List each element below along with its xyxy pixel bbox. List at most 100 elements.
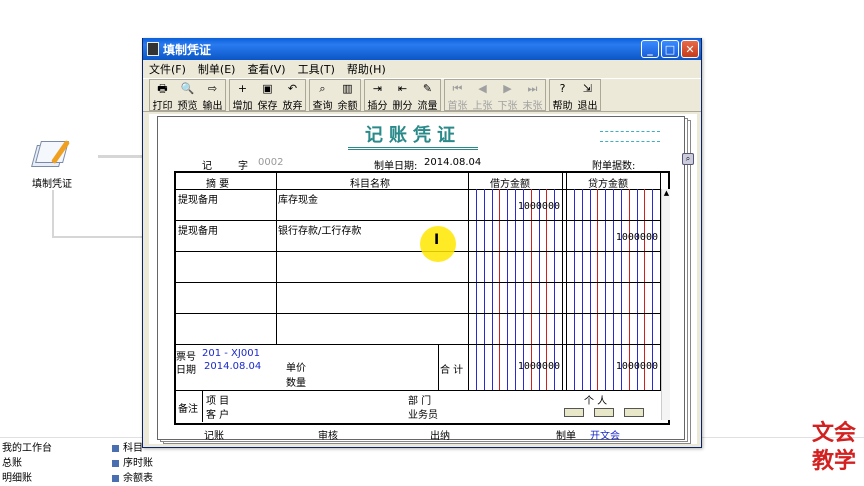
report-icon [112, 444, 119, 452]
ticket-date-value[interactable]: 2014.08.04 [204, 361, 261, 372]
insert-row-icon: ⇥ [372, 82, 383, 95]
prev-icon: ◀ [478, 82, 487, 95]
menu-item[interactable]: 文件(F) [149, 61, 186, 77]
toolbar-button-label: 保存 [257, 101, 278, 112]
voucher-flow-icon [31, 137, 72, 169]
cashier-label: 出纳 [430, 431, 450, 442]
voucher-number[interactable]: 0002 [258, 157, 283, 168]
toolbar-button-label: 退出 [577, 101, 598, 112]
toolbar-button-export[interactable]: ⇨ 输出 [200, 80, 225, 112]
nav-item[interactable]: 序时账 [112, 456, 153, 471]
menu-item[interactable]: 制单(E) [198, 61, 236, 77]
nav-item-label: 总账 [2, 458, 22, 469]
toolbar-button-help[interactable]: ? 帮助 [550, 80, 575, 112]
close-button[interactable]: ✕ [681, 40, 699, 58]
column-header-credit: 贷方金额 [588, 179, 628, 190]
quantity-label: 数量 [286, 378, 306, 389]
report-icon [112, 474, 119, 482]
toolbar-button-save[interactable]: ▣ 保存 [255, 80, 280, 112]
nav-item[interactable]: 明细账 [2, 471, 52, 486]
toolbar-button-label: 帮助 [552, 101, 573, 112]
voucher-paper: 记账凭证 记 字 0002 制单日期: 2014.08.04 附单据数: ⌕ 摘… [157, 116, 694, 442]
watermark-line: 文会 [811, 421, 856, 446]
row-account[interactable]: 银行存款/工行存款 [278, 222, 361, 237]
toolbar-button-undo[interactable]: ↶ 放弃 [280, 80, 305, 112]
toolbar-button-next[interactable]: ▶ 下张 [495, 80, 520, 112]
voucher-type[interactable]: 记 [202, 157, 212, 172]
toolbar-button-label: 增加 [232, 101, 253, 112]
card-icon[interactable] [594, 408, 614, 417]
maker-value: 开文会 [590, 431, 620, 442]
maximize-button[interactable]: □ [661, 40, 679, 58]
toolbar-button-label: 查询 [312, 101, 333, 112]
date-value[interactable]: 2014.08.04 [424, 157, 481, 168]
flow-node-label: 填制凭证 [32, 179, 72, 190]
vertical-scrollbar[interactable]: ▲ [661, 189, 670, 420]
toolbar-button-printer[interactable]: 🖶 打印 [150, 80, 175, 112]
search-icon[interactable]: ⌕ [682, 153, 694, 165]
preview-icon: 🔍 [180, 82, 195, 95]
total-debit: 1000000 [517, 361, 560, 372]
row-debit-amount[interactable]: 1000000 [468, 201, 560, 212]
ticket-value[interactable]: 201 - XJ001 [202, 348, 260, 359]
toolbar-button-add[interactable]: + 增加 [230, 80, 255, 112]
add-icon: + [237, 82, 248, 95]
toolbar-button-label: 放弃 [282, 101, 303, 112]
menu-item[interactable]: 工具(T) [298, 61, 335, 77]
grid-line [202, 390, 203, 422]
toolbar-button-preview[interactable]: 🔍 预览 [175, 80, 200, 112]
toolbar-group: ⌕ 查询 ▥ 余额 [309, 79, 361, 112]
toolbar-button-label: 首张 [447, 101, 468, 112]
toolbar-group: + 增加 ▣ 保存 ↶ 放弃 [229, 79, 306, 112]
undo-icon: ↶ [287, 82, 298, 95]
column-header-summary: 摘 要 [206, 179, 230, 190]
toolbar-button-label: 预览 [177, 101, 198, 112]
menu-bar: 文件(F) 制单(E) 查看(V) 工具(T) 帮助(H) [143, 60, 701, 78]
nav-item[interactable]: 总账 [2, 456, 52, 471]
window-title: 填制凭证 [163, 42, 212, 57]
report-icon [112, 459, 119, 467]
toolbar-button-label: 余额 [337, 101, 358, 112]
toolbar-button-first[interactable]: ⏮ 首张 [445, 80, 470, 112]
flow-connector [52, 190, 54, 238]
nav-item[interactable]: 我的工作台 [2, 441, 52, 456]
nav-item[interactable]: 余额表 [112, 471, 153, 486]
row-account[interactable]: 库存现金 [278, 191, 318, 206]
grid-line [562, 173, 563, 390]
unit-price-label: 单价 [286, 363, 306, 374]
printer-icon: 🖶 [157, 82, 168, 95]
remarks-label: 备注 [178, 404, 198, 415]
voucher-area: 记账凭证 记 字 0002 制单日期: 2014.08.04 附单据数: ⌕ 摘… [149, 114, 697, 444]
menu-item[interactable]: 查看(V) [247, 61, 285, 77]
cashflow-icon: ✎ [422, 82, 433, 95]
toolbar-button-exit[interactable]: ⇲ 退出 [575, 80, 600, 112]
title-bar[interactable]: 填制凭证 _ □ ✕ [143, 38, 701, 60]
maker-label: 制单 [556, 431, 576, 442]
toolbar-button-cashflow[interactable]: ✎ 流量 [415, 80, 440, 112]
total-label: 合 计 [440, 365, 464, 376]
column-header-account: 科目名称 [350, 179, 390, 190]
toolbar-button-delete-row[interactable]: ⇤ 删分 [390, 80, 415, 112]
toolbar-button-insert-row[interactable]: ⇥ 插分 [365, 80, 390, 112]
toolbar-button-last[interactable]: ⏭ 末张 [520, 80, 545, 112]
minimize-button[interactable]: _ [641, 40, 659, 58]
toolbar-group: 🖶 打印 🔍 预览 ⇨ 输出 [149, 79, 226, 112]
grid-line [176, 282, 668, 283]
bookkeeping-label: 记账 [204, 431, 224, 442]
menu-item[interactable]: 帮助(H) [347, 61, 386, 77]
nav-item-label: 明细账 [2, 473, 32, 484]
row-summary[interactable]: 提现备用 [178, 222, 218, 237]
toolbar-button-label: 上张 [472, 101, 493, 112]
toolbar-button-balance-chart[interactable]: ▥ 余额 [335, 80, 360, 112]
toolbar-button-prev[interactable]: ◀ 上张 [470, 80, 495, 112]
scroll-up-icon[interactable]: ▲ [662, 189, 671, 198]
toolbar-button-label: 下张 [497, 101, 518, 112]
card-icon[interactable] [624, 408, 644, 417]
card-icon[interactable] [564, 408, 584, 417]
toolbar-button-binoculars[interactable]: ⌕ 查询 [310, 80, 335, 112]
flow-node-voucher[interactable]: 填制凭证 [24, 137, 80, 190]
row-credit-amount[interactable]: 1000000 [566, 232, 658, 243]
project-label: 项 目 [206, 396, 230, 407]
row-summary[interactable]: 提现备用 [178, 191, 218, 206]
save-icon: ▣ [262, 82, 273, 95]
